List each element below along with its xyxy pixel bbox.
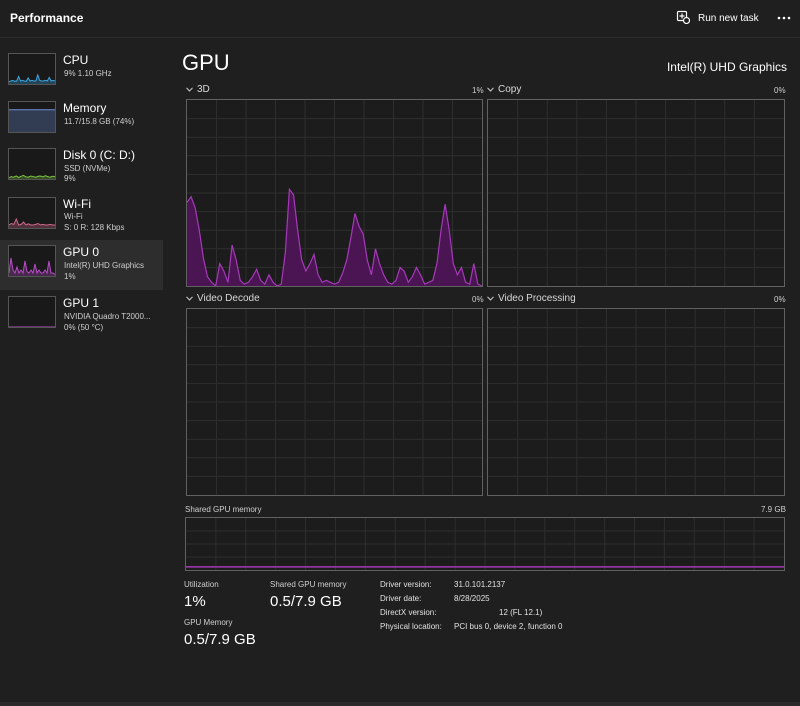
run-new-task-label: Run new task <box>698 12 759 24</box>
graph-label: Video Decode <box>197 293 260 304</box>
gpu-memory-value: 0.5/7.9 GB <box>184 631 256 648</box>
graph-grid <box>187 100 482 286</box>
graph-label: Copy <box>498 84 522 95</box>
sidebar: CPU 9% 1.10 GHz Memory 11.7/15.8 GB (74%… <box>0 45 163 345</box>
gpu0-thumbnail-graph <box>8 245 56 277</box>
shared-memory-graph-max: 7.9 GB <box>761 505 786 514</box>
graph-video-processing <box>487 308 785 496</box>
sidebar-item-detail: Intel(R) UHD Graphics <box>64 261 145 270</box>
bottom-divider <box>0 702 800 706</box>
driver-version-value: 31.0.101.2137 <box>454 580 506 589</box>
graph-video-processing-selector[interactable]: Video Processing <box>487 293 576 304</box>
run-task-icon <box>676 10 691 27</box>
sidebar-item-cpu[interactable]: CPU 9% 1.10 GHz <box>0 48 163 98</box>
sidebar-item-memory[interactable]: Memory 11.7/15.8 GB (74%) <box>0 96 163 146</box>
chevron-down-icon <box>487 84 494 95</box>
graph-copy-selector[interactable]: Copy <box>487 84 521 95</box>
directx-version-key: DirectX version: <box>380 608 437 617</box>
graph-grid <box>186 518 784 570</box>
disk-thumbnail-graph <box>8 148 56 180</box>
sidebar-item-disk[interactable]: Disk 0 (C: D:) SSD (NVMe) 9% <box>0 143 163 193</box>
physical-location-value: PCI bus 0, device 2, function 0 <box>454 622 563 631</box>
sidebar-item-detail-2: 0% (50 °C) <box>64 323 104 332</box>
utilization-label: Utilization <box>184 580 219 589</box>
graph-3d <box>186 99 483 287</box>
chevron-down-icon <box>186 293 193 304</box>
graph-shared-memory <box>185 517 785 571</box>
physical-location-key: Physical location: <box>380 622 442 631</box>
sidebar-item-name: GPU 1 <box>63 296 100 310</box>
shared-memory-label: Shared GPU memory <box>270 580 347 589</box>
graph-video-decode <box>186 308 483 496</box>
sidebar-item-gpu-0[interactable]: GPU 0 Intel(R) UHD Graphics 1% <box>0 240 163 290</box>
chevron-down-icon <box>487 293 494 304</box>
graph-percent: 0% <box>472 295 484 304</box>
graph-percent: 0% <box>774 295 786 304</box>
cpu-thumbnail-graph <box>8 53 56 85</box>
graph-video-decode-selector[interactable]: Video Decode <box>186 293 260 304</box>
driver-date-key: Driver date: <box>380 594 422 603</box>
sidebar-item-detail-2: 9% <box>64 174 76 183</box>
adapter-name: Intel(R) UHD Graphics <box>666 60 787 74</box>
gpu1-thumbnail-graph <box>8 296 56 328</box>
gpu-memory-label: GPU Memory <box>184 618 233 627</box>
graph-percent: 1% <box>472 86 484 95</box>
main-title: GPU <box>182 50 230 75</box>
driver-date-value: 8/28/2025 <box>454 594 490 603</box>
sidebar-item-name: CPU <box>63 53 89 67</box>
sidebar-item-detail-2: 1% <box>64 272 76 281</box>
graph-percent: 0% <box>774 86 786 95</box>
sidebar-item-detail: 11.7/15.8 GB (74%) <box>64 117 135 126</box>
graph-label: Video Processing <box>498 293 576 304</box>
page-title: Performance <box>10 11 84 25</box>
graph-grid <box>187 309 482 495</box>
graph-grid <box>488 100 784 286</box>
title-bar: Performance Run new task <box>0 0 800 38</box>
utilization-value: 1% <box>184 593 206 610</box>
directx-version-value: 12 (FL 12.1) <box>499 608 543 617</box>
graph-3d-selector[interactable]: 3D <box>186 84 210 95</box>
sidebar-item-detail-2: S: 0 R: 128 Kbps <box>64 223 125 232</box>
sidebar-item-name: GPU 0 <box>63 245 100 259</box>
graph-label: 3D <box>197 84 210 95</box>
sidebar-item-detail: SSD (NVMe) <box>64 164 111 173</box>
graph-copy <box>487 99 785 287</box>
driver-version-key: Driver version: <box>380 580 432 589</box>
more-options-button[interactable] <box>772 8 796 28</box>
wifi-thumbnail-graph <box>8 197 56 229</box>
memory-thumbnail-graph <box>8 101 56 133</box>
sidebar-item-detail: NVIDIA Quadro T2000... <box>64 312 151 321</box>
shared-memory-graph-label: Shared GPU memory <box>185 505 262 514</box>
sidebar-item-detail: Wi-Fi <box>64 212 83 221</box>
sidebar-item-gpu-1[interactable]: GPU 1 NVIDIA Quadro T2000... 0% (50 °C) <box>0 291 163 341</box>
sidebar-item-wifi[interactable]: Wi-Fi Wi-Fi S: 0 R: 128 Kbps <box>0 192 163 242</box>
chevron-down-icon <box>186 84 193 95</box>
sidebar-item-name: Memory <box>63 101 107 115</box>
run-new-task-button[interactable]: Run new task <box>676 8 759 28</box>
thumbnail-area <box>9 109 55 132</box>
sidebar-item-name: Disk 0 (C: D:) <box>63 148 135 162</box>
more-icon <box>777 16 791 20</box>
sidebar-item-name: Wi-Fi <box>63 197 91 211</box>
thumbnail-line <box>9 73 55 83</box>
shared-memory-value: 0.5/7.9 GB <box>270 593 342 610</box>
graph-grid <box>488 309 784 495</box>
sidebar-item-detail: 9% 1.10 GHz <box>64 69 112 78</box>
